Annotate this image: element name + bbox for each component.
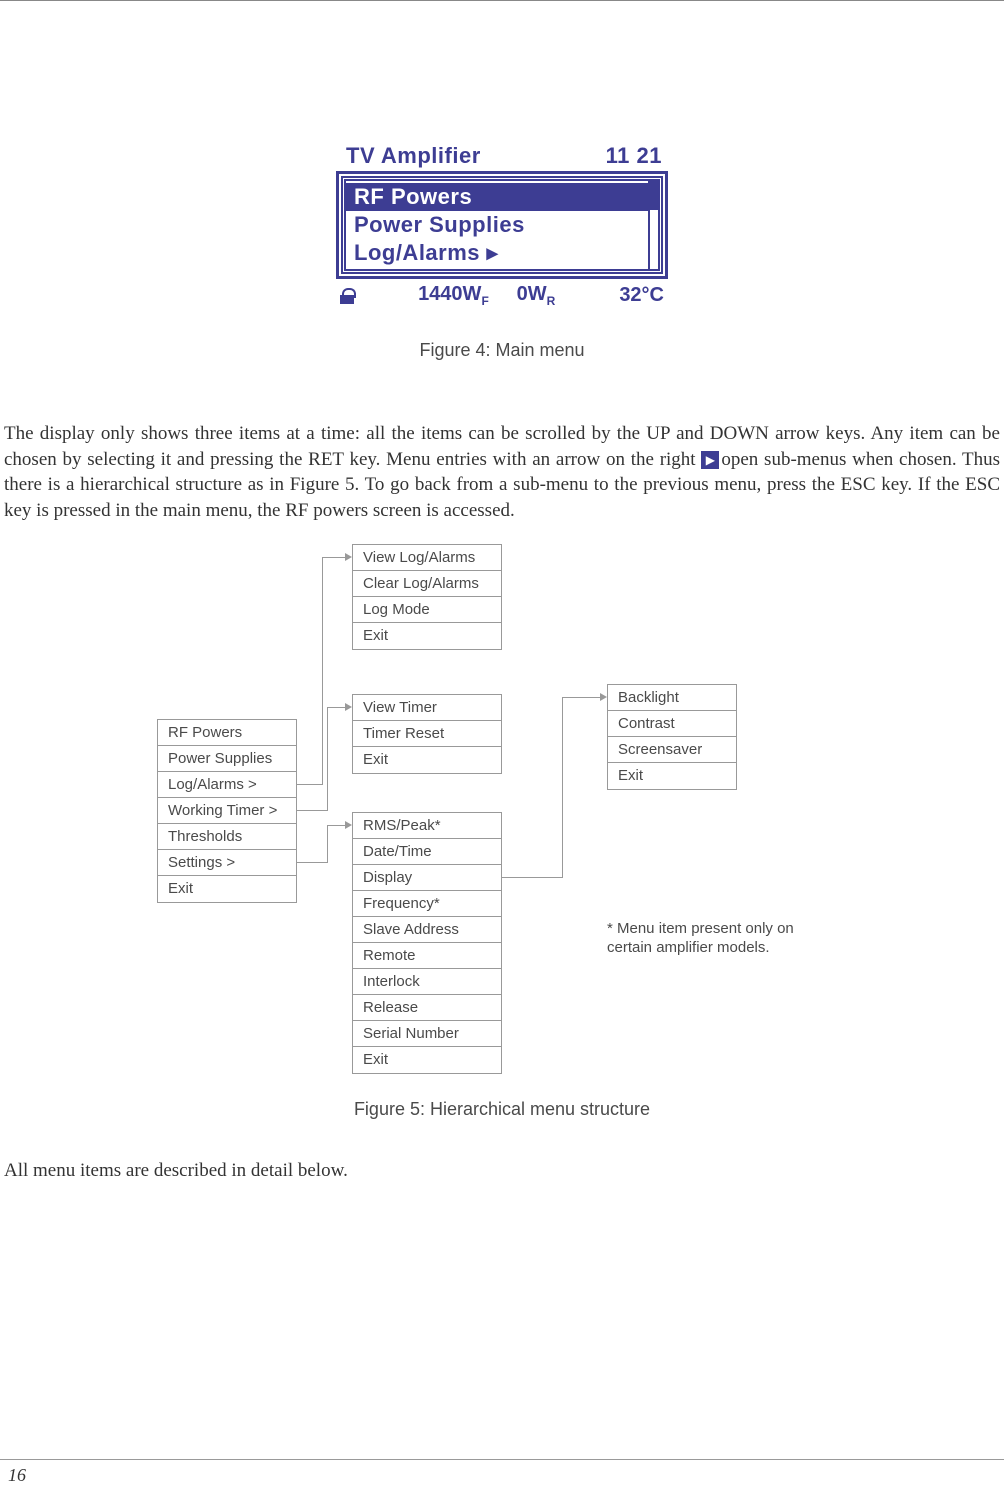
menu-item: Settings > [158,850,296,876]
menu-item: Exit [353,747,501,773]
menu-item: View Log/Alarms [353,545,501,571]
menu-item: Remote [353,943,501,969]
figure-5-caption: Figure 5: Hierarchical menu structure [0,1099,1004,1120]
menu-item: Display [353,865,501,891]
main-menu-box: RF Powers Power Supplies Log/Alarms > Wo… [157,719,297,903]
menu-item: RMS/Peak* [353,813,501,839]
menu-item: Release [353,995,501,1021]
lcd-title: TV Amplifier [346,143,481,169]
menu-item: Screensaver [608,737,736,763]
display-menu-box: Backlight Contrast Screensaver Exit [607,684,737,790]
lcd-time: 11 21 [606,143,662,169]
menu-item: RF Powers [158,720,296,746]
menu-item: Frequency* [353,891,501,917]
menu-item: Power Supplies [158,746,296,772]
menu-item: Serial Number [353,1021,501,1047]
menu-item: Date/Time [353,839,501,865]
timer-menu-box: View Timer Timer Reset Exit [352,694,502,774]
menu-item: Log/Alarms > [158,772,296,798]
menu-item: Exit [353,1047,501,1073]
menu-item: Log Mode [353,597,501,623]
lcd-temp: 32°C [619,284,664,307]
menu-item: Exit [608,763,736,789]
lcd-footer: 1440WF 0WR 32°C [332,279,672,310]
menu-item: Working Timer > [158,798,296,824]
paragraph-1: The display only shows three items at a … [0,421,1004,524]
menu-item: Slave Address [353,917,501,943]
submenu-arrow-icon: ▶ [701,451,719,469]
menu-item: View Timer [353,695,501,721]
lcd-item-log-alarms: Log/Alarms ▸ [346,239,658,267]
closing-paragraph: All menu items are described in detail b… [0,1160,1004,1182]
menu-item: Clear Log/Alarms [353,571,501,597]
lock-icon [340,288,354,304]
lcd-item-power-supplies: Power Supplies [346,211,658,239]
figure-4-caption: Figure 4: Main menu [0,340,1004,361]
settings-menu-box: RMS/Peak* Date/Time Display Frequency* S… [352,812,502,1074]
menu-item: Contrast [608,711,736,737]
menu-item: Exit [158,876,296,902]
lcd-screenshot: TV Amplifier 11 21 RF Powers Power Suppl… [332,141,672,310]
menu-item: Interlock [353,969,501,995]
menu-structure-diagram: RF Powers Power Supplies Log/Alarms > Wo… [52,544,952,1094]
document-page: TV Amplifier 11 21 RF Powers Power Suppl… [0,0,1004,1502]
menu-item: Backlight [608,685,736,711]
lcd-header: TV Amplifier 11 21 [332,141,672,171]
footnote: * Menu item present only on certain ampl… [607,919,807,958]
lcd-item-rf-powers: RF Powers [346,183,658,211]
scrollbar [648,179,660,271]
menu-item: Timer Reset [353,721,501,747]
log-menu-box: View Log/Alarms Clear Log/Alarms Log Mod… [352,544,502,650]
menu-item: Exit [353,623,501,649]
page-number: 16 [8,1465,26,1486]
menu-item: Thresholds [158,824,296,850]
